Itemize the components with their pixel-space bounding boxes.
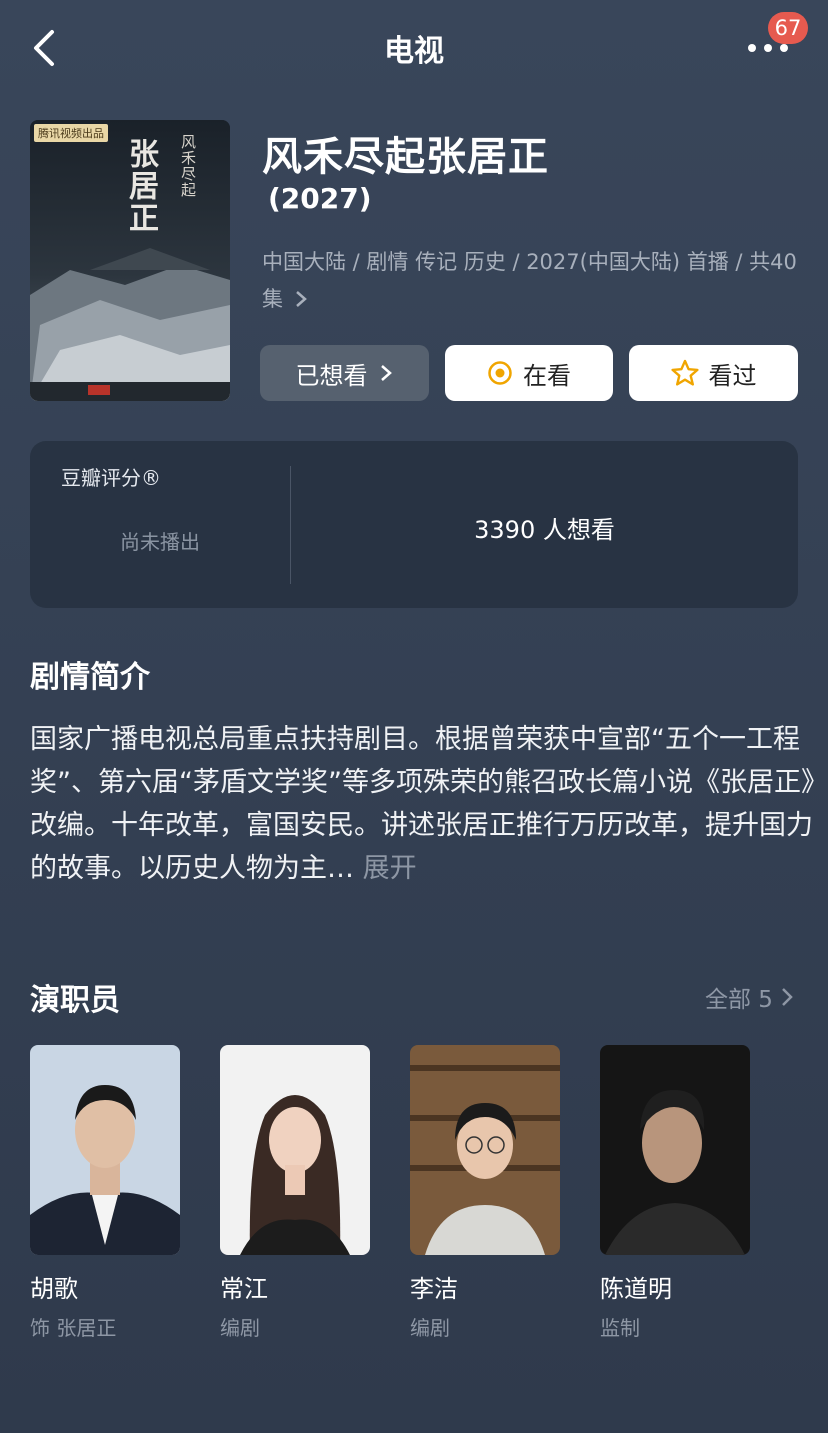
cast-card[interactable]: 李洁 编剧: [410, 1045, 560, 1341]
show-meta-text: 中国大陆 / 剧情 传记 历史 / 2027(中国大陆) 首播 / 共40集: [262, 250, 797, 311]
avatar: [600, 1045, 750, 1255]
cast-role: 编剧: [220, 1316, 260, 1340]
chevron-right-icon: [295, 291, 307, 307]
watching-label: 在看: [523, 361, 571, 390]
cast-card[interactable]: 常江 编剧: [220, 1045, 370, 1341]
synopsis-heading: 剧情简介: [30, 660, 150, 695]
cast-all-link[interactable]: 全部 5: [705, 980, 795, 1014]
synopsis-body: 国家广播电视总局重点扶持剧目。根据曾荣获中宣部“五个一工程奖”、第六届“茅盾文学…: [30, 724, 815, 884]
target-icon: [488, 361, 512, 385]
poster-tag: 腾讯视频出品: [34, 124, 108, 142]
want-to-watch-button[interactable]: 已想看: [260, 345, 429, 401]
watched-label: 看过: [708, 361, 757, 390]
cast-heading: 演职员: [30, 983, 120, 1018]
want-count: 3390 人想看: [474, 516, 615, 544]
cast-name: 陈道明: [600, 1275, 672, 1303]
chevron-right-icon: [380, 365, 392, 381]
want-to-watch-label: 已想看: [295, 361, 368, 390]
notification-badge: 67: [768, 12, 808, 44]
cast-role: 监制: [600, 1316, 640, 1340]
poster-image[interactable]: 腾讯视频出品 张居正 风禾尽起: [30, 120, 230, 401]
poster-subtitle: 风禾尽起: [179, 134, 197, 198]
cast-role: 饰 张居正: [30, 1316, 117, 1340]
star-icon: [670, 359, 699, 386]
avatar: [220, 1045, 370, 1255]
page-title: 电视: [384, 34, 444, 69]
cast-name: 李洁: [410, 1275, 458, 1303]
cast-card[interactable]: 陈道明 监制: [600, 1045, 750, 1341]
show-title: 风禾尽起张居正: [262, 134, 549, 180]
watched-button[interactable]: 看过: [629, 345, 798, 401]
cast-name: 胡歌: [30, 1275, 78, 1303]
watching-button[interactable]: 在看: [445, 345, 613, 401]
cast-all-label: 全部 5: [705, 987, 773, 1013]
cast-card[interactable]: 胡歌 饰 张居正: [30, 1045, 180, 1341]
poster-title: 张居正: [123, 138, 158, 234]
chevron-right-icon: [782, 988, 793, 1006]
show-year: (2027): [268, 182, 372, 215]
rating-status: 尚未播出: [120, 530, 200, 554]
show-meta[interactable]: 中国大陆 / 剧情 传记 历史 / 2027(中国大陆) 首播 / 共40集: [262, 244, 802, 318]
expand-link[interactable]: 展开: [363, 853, 417, 884]
avatar: [410, 1045, 560, 1255]
cast-role: 编剧: [410, 1316, 450, 1340]
synopsis-text: 国家广播电视总局重点扶持剧目。根据曾荣获中宣部“五个一工程奖”、第六届“茅盾文学…: [30, 718, 820, 890]
avatar: [30, 1045, 180, 1255]
cast-name: 常江: [220, 1275, 268, 1303]
rating-label: 豆瓣评分®: [61, 466, 161, 490]
